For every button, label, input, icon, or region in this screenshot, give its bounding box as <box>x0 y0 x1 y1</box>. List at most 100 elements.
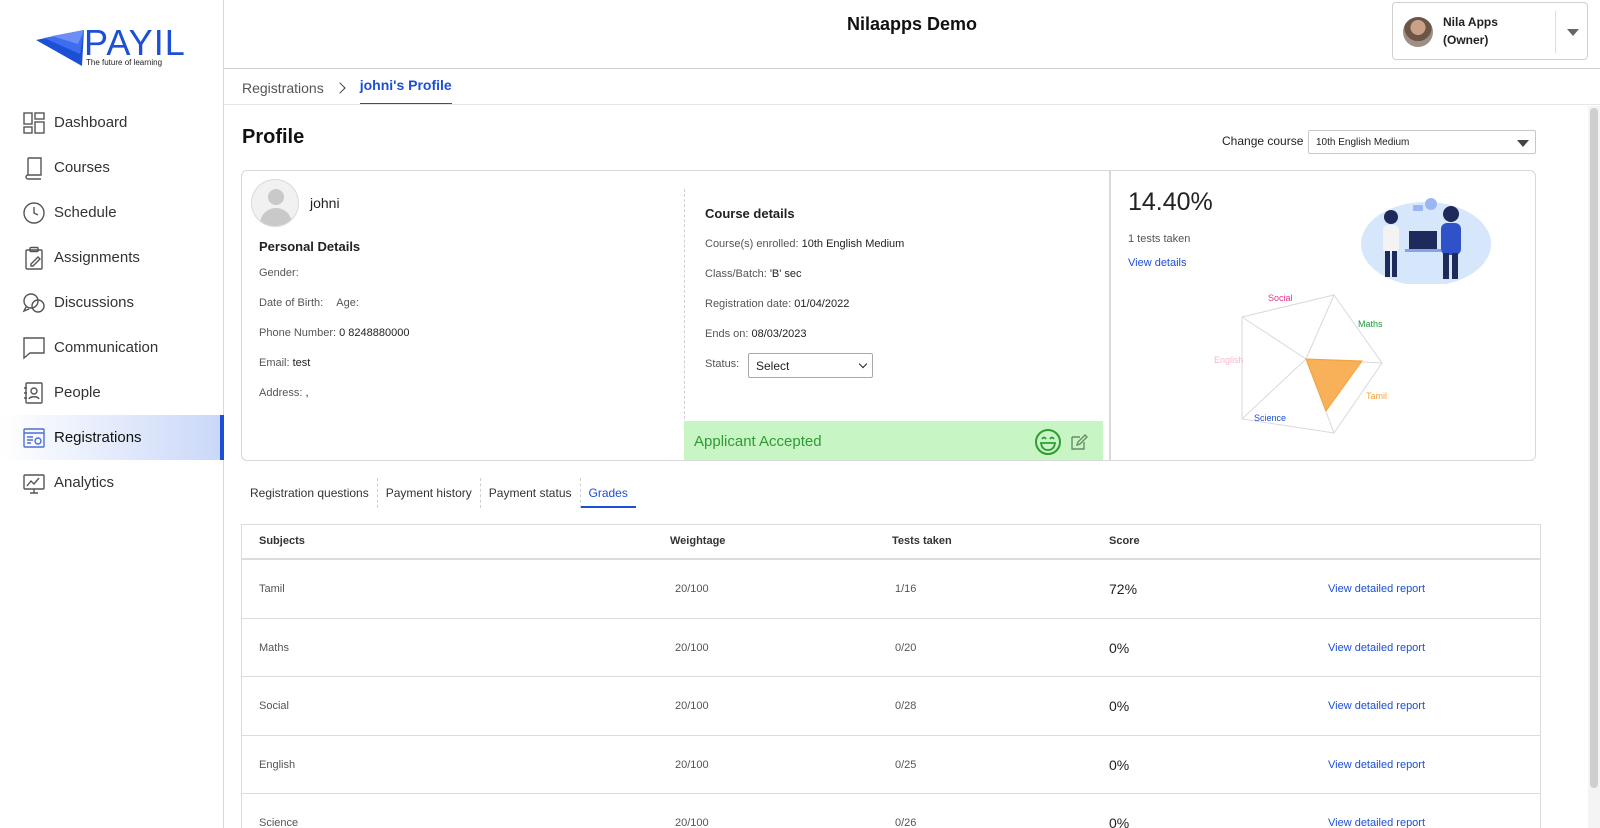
course-details-title: Course details <box>705 206 795 221</box>
radar-label-tamil: Tamil <box>1366 391 1387 401</box>
table-row: Social 20/100 0/28 0% View detailed repo… <box>242 677 1540 736</box>
sidebar-item-schedule[interactable]: Schedule <box>0 190 224 235</box>
sidebar-item-label: People <box>54 384 101 401</box>
sidebar-item-analytics[interactable]: Analytics <box>0 460 224 505</box>
dashboard-icon <box>22 111 46 135</box>
score-cell: 0% <box>1109 815 1130 828</box>
score-cell: 0% <box>1109 756 1130 773</box>
sidebar-item-registrations[interactable]: Registrations <box>0 415 224 460</box>
contact-book-icon <box>22 381 46 405</box>
breadcrumb-divider <box>224 104 1600 105</box>
ends-on-label: Ends on: <box>705 328 749 340</box>
app-root: PAYIL The future of learning Dashboard C… <box>0 0 1600 828</box>
address-field: Address: , <box>259 387 309 399</box>
breadcrumb: Registrations johni's Profile <box>242 70 452 105</box>
tests-cell: 0/20 <box>895 641 917 654</box>
applicant-status-banner: Applicant Accepted <box>684 421 1103 460</box>
weightage-cell: 20/100 <box>675 817 709 828</box>
clipboard-icon <box>22 246 46 270</box>
status-select-value: Select <box>756 359 790 373</box>
sidebar-item-discussions[interactable]: Discussions <box>0 280 224 325</box>
batch-label: Class/Batch: <box>705 268 767 280</box>
subject-cell: Social <box>259 700 289 712</box>
avatar-body-shape <box>260 208 292 226</box>
sidebar-item-label: Communication <box>54 339 159 356</box>
table-header: Subjects Weightage Tests taken Score <box>242 525 1540 560</box>
dob-field: Date of Birth: Age: <box>259 297 359 309</box>
weightage-cell: 20/100 <box>675 583 709 595</box>
view-details-link[interactable]: View details <box>1128 257 1187 269</box>
avatar-head-shape <box>268 189 284 205</box>
age-label: Age: <box>336 297 359 309</box>
sidebar-item-label: Assignments <box>54 249 140 266</box>
subject-cell: English <box>259 758 296 771</box>
sidebar-item-people[interactable]: People <box>0 370 224 415</box>
phone-field: Phone Number: 0 8248880000 <box>259 327 409 339</box>
header-subjects: Subjects <box>259 535 305 547</box>
score-cell: 72% <box>1109 581 1138 597</box>
payil-logo[interactable]: PAYIL The future of learning <box>34 20 194 70</box>
tests-cell: 0/26 <box>895 817 917 828</box>
sidebar-item-courses[interactable]: Courses <box>0 145 224 190</box>
tab-payment-history[interactable]: Payment history <box>378 478 481 508</box>
sidebar: PAYIL The future of learning Dashboard C… <box>0 0 224 828</box>
caret-down-icon <box>1517 140 1529 147</box>
book-icon <box>22 156 46 180</box>
breadcrumb-registrations[interactable]: Registrations <box>242 80 324 96</box>
page-title: Profile <box>242 126 305 148</box>
email-label: Email: <box>259 357 290 369</box>
personal-details-title: Personal Details <box>259 239 361 254</box>
caret-down-icon[interactable] <box>1567 29 1579 36</box>
change-course-label: Change course <box>1222 134 1304 148</box>
chevron-down-icon <box>858 359 868 369</box>
chevron-right-icon <box>334 81 346 94</box>
scrollbar-thumb[interactable] <box>1590 108 1598 788</box>
table-row: English 20/100 0/25 0% View detailed rep… <box>242 736 1540 794</box>
breadcrumb-current[interactable]: johni's Profile <box>359 70 452 105</box>
dob-label: Date of Birth: <box>259 297 324 309</box>
tests-cell: 0/28 <box>895 700 917 712</box>
sidebar-item-label: Discussions <box>54 294 135 311</box>
tab-payment-status[interactable]: Payment status <box>481 478 581 508</box>
status-select[interactable]: Select <box>748 353 873 378</box>
top-header: Nilaapps Demo Nila Apps (Owner) <box>224 0 1600 69</box>
sidebar-item-dashboard[interactable]: Dashboard <box>0 100 224 145</box>
header-weightage: Weightage <box>670 535 726 547</box>
radar-label-english: English <box>1214 355 1244 365</box>
logo-tagline: The future of learning <box>86 58 163 67</box>
score-cell: 0% <box>1109 639 1130 656</box>
tab-grades[interactable]: Grades <box>580 478 636 508</box>
view-report-link[interactable]: View detailed report <box>1328 817 1425 828</box>
registration-date-field: Registration date: 01/04/2022 <box>705 298 849 310</box>
sidebar-item-communication[interactable]: Communication <box>0 325 224 370</box>
sidebar-item-assignments[interactable]: Assignments <box>0 235 224 280</box>
user-name: Nila Apps <box>1443 15 1498 29</box>
registration-form-icon <box>22 426 46 450</box>
tab-registration-questions[interactable]: Registration questions <box>242 478 378 508</box>
user-info: Nila Apps (Owner) <box>1443 13 1498 49</box>
enrolled-field: Course(s) enrolled: 10th English Medium <box>705 238 904 250</box>
message-icon <box>22 336 46 360</box>
weightage-cell: 20/100 <box>675 758 709 771</box>
sidebar-item-label: Courses <box>54 159 110 176</box>
phone-value: 0 8248880000 <box>339 327 410 339</box>
tamil-score-area <box>1305 358 1363 413</box>
smiley-face-icon[interactable] <box>1034 428 1062 456</box>
sidebar-item-label: Analytics <box>54 474 115 491</box>
gender-field: Gender: <box>259 267 299 279</box>
header-tests-taken: Tests taken <box>892 535 952 547</box>
profile-card: johni Personal Details Gender: Date of B… <box>241 170 1536 461</box>
view-report-link[interactable]: View detailed report <box>1328 583 1425 595</box>
email-field: Email: test <box>259 357 310 369</box>
view-report-link[interactable]: View detailed report <box>1328 700 1425 712</box>
course-select[interactable]: 10th English Medium <box>1308 130 1536 154</box>
score-cell: 0% <box>1109 698 1130 714</box>
user-menu[interactable]: Nila Apps (Owner) <box>1392 2 1588 60</box>
clock-icon <box>22 201 46 225</box>
overall-percentage: 14.40% <box>1128 188 1213 216</box>
edit-icon[interactable] <box>1069 432 1089 452</box>
radar-label-maths: Maths <box>1358 319 1383 329</box>
tests-cell: 0/25 <box>895 758 917 771</box>
view-report-link[interactable]: View detailed report <box>1328 759 1425 771</box>
view-report-link[interactable]: View detailed report <box>1328 642 1425 654</box>
